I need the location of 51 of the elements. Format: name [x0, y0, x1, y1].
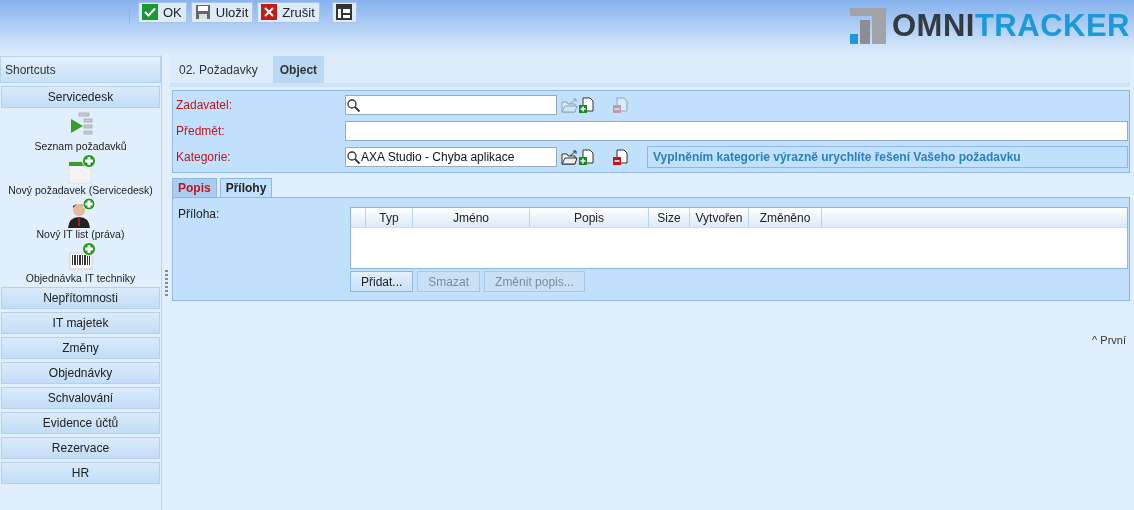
tab[interactable]: 02. Požadavky	[172, 56, 265, 83]
add-document-icon[interactable]	[578, 96, 595, 114]
ok-button[interactable]: OK	[138, 1, 187, 23]
hint-text: Vyplněním kategorie výrazně urychlíte řešení Vašeho požadavku	[647, 146, 1128, 168]
column-header[interactable]: Vytvořen	[690, 208, 749, 227]
sidebar-group[interactable]: Schvalování	[1, 387, 160, 409]
sidebar-group[interactable]: Rezervace	[1, 437, 160, 459]
save-button[interactable]: Uložit	[190, 1, 254, 23]
search-icon[interactable]	[346, 149, 361, 165]
field-label: Zadavatel:	[176, 98, 234, 112]
field-label: Příloha:	[177, 207, 221, 223]
column-header[interactable]: Změněno	[749, 208, 822, 227]
sidebar-group[interactable]: Změny	[1, 337, 160, 359]
shortcut-link[interactable]: Nový požadavek (Servicedesk)	[8, 184, 153, 196]
check-icon	[142, 4, 158, 20]
remove-document-icon[interactable]	[612, 148, 629, 166]
top-link[interactable]: ^ První	[1092, 334, 1126, 346]
column-header[interactable]: Typ	[366, 208, 413, 227]
column-header[interactable]: Size	[649, 208, 690, 227]
sidebar-group[interactable]: Objednávky	[1, 362, 160, 384]
lookup-field[interactable]: AXA Studio - Chyba aplikace	[345, 147, 557, 167]
layout-button[interactable]	[331, 1, 357, 23]
tab[interactable]: Popis	[172, 178, 217, 197]
text-field[interactable]	[345, 121, 1128, 141]
sidebar-group[interactable]: IT majetek	[1, 312, 160, 334]
save-icon	[194, 4, 211, 20]
cancel-button[interactable]: Zrušit	[257, 1, 320, 23]
sidebar-group[interactable]: Evidence účtů	[1, 412, 160, 434]
shortcut-link[interactable]: Objednávka IT techniky	[25, 272, 136, 284]
sidebar-group[interactable]: Servicedesk	[1, 86, 160, 108]
logo-text: OMNITRACKER	[892, 8, 1130, 44]
action-button[interactable]: Přidat...	[350, 271, 414, 292]
shortcut-link[interactable]: Nový IT list (práva)	[36, 228, 125, 240]
column-header[interactable]: Popis	[530, 208, 649, 227]
sidebar-title: Shortcuts	[0, 56, 161, 83]
logo-icon	[850, 8, 886, 44]
tab[interactable]: Object	[272, 56, 325, 83]
folder-icon[interactable]	[561, 148, 578, 166]
add-document-icon[interactable]	[578, 148, 595, 166]
column-header[interactable]: Jméno	[413, 208, 530, 227]
field-label: Předmět:	[176, 124, 226, 138]
lookup-field[interactable]	[345, 95, 557, 115]
sidebar-group[interactable]: HR	[1, 462, 160, 484]
close-icon	[261, 4, 278, 20]
field-label: Kategorie:	[176, 150, 232, 164]
splitter-handle[interactable]	[164, 269, 168, 296]
tab[interactable]: Přílohy	[219, 178, 273, 197]
shortcut-link[interactable]: Seznam požadavků	[34, 140, 127, 152]
search-icon[interactable]	[346, 97, 361, 113]
layout-icon	[335, 4, 352, 20]
sidebar-group[interactable]: Nepřítomnosti	[1, 287, 160, 309]
